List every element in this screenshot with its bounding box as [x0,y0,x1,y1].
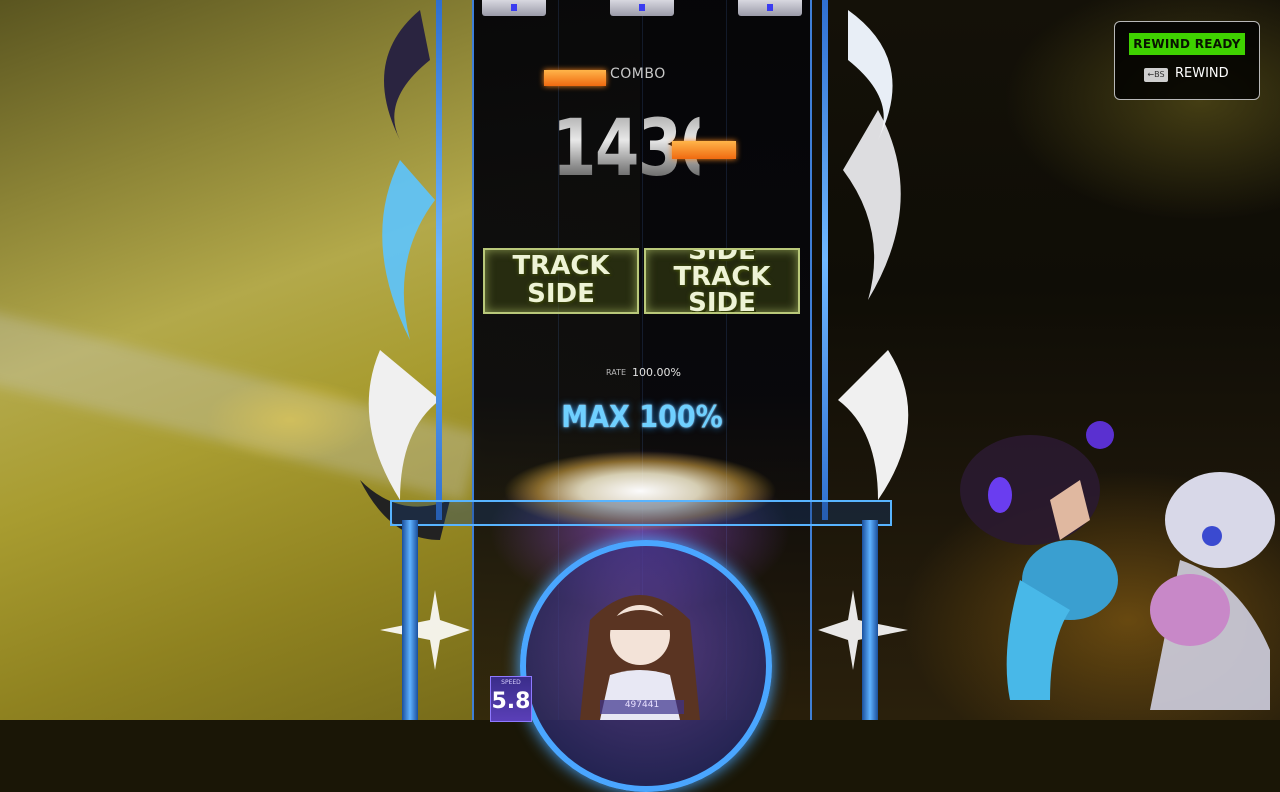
right-feather-white [843,110,901,300]
falling-note [482,0,546,16]
combo-label: COMBO [610,66,666,82]
backspace-key-icon: ←BS [1144,68,1168,82]
frame-pillar-left [402,520,418,720]
speed-value: 5.8 [491,689,531,714]
judgement-right: SIDE TRACK SIDE [644,248,800,314]
center-character [580,595,700,720]
speed-indicator: SPEED 5.8 [490,676,532,722]
rewind-button[interactable]: REWIND [1175,66,1229,81]
combo-note-bar [544,70,606,86]
score-display: 497441 [600,700,684,714]
rewind-ready-badge: REWIND READY [1129,33,1245,55]
left-feather-blue [382,160,435,340]
judgement-line-frame [390,500,892,526]
character-eye-1 [988,477,1012,513]
max-judgement: MAX 100% [561,400,723,435]
judgement-left-text: TRACK SIDE [512,251,610,309]
right-crest-white [848,10,893,140]
character-eye-3 [1202,526,1222,546]
falling-note [610,0,674,16]
rate-value: 100.00% [632,366,681,379]
falling-note [738,0,802,16]
character-eye-2 [1086,421,1114,449]
speed-label: SPEED [501,679,521,686]
frame-pillar-right [862,520,878,720]
left-crest-dark [384,10,430,140]
character-head-pink [1150,574,1230,646]
character-head-2 [1165,472,1275,568]
characters-illustration [960,421,1275,710]
rate-label: RATE [606,368,627,377]
combo-note-bar [672,141,736,159]
judgement-left: TRACK SIDE [483,248,639,314]
judgement-right-text: SIDE TRACK SIDE [673,248,771,314]
rewind-panel: REWIND READY ←BS REWIND [1114,21,1260,100]
